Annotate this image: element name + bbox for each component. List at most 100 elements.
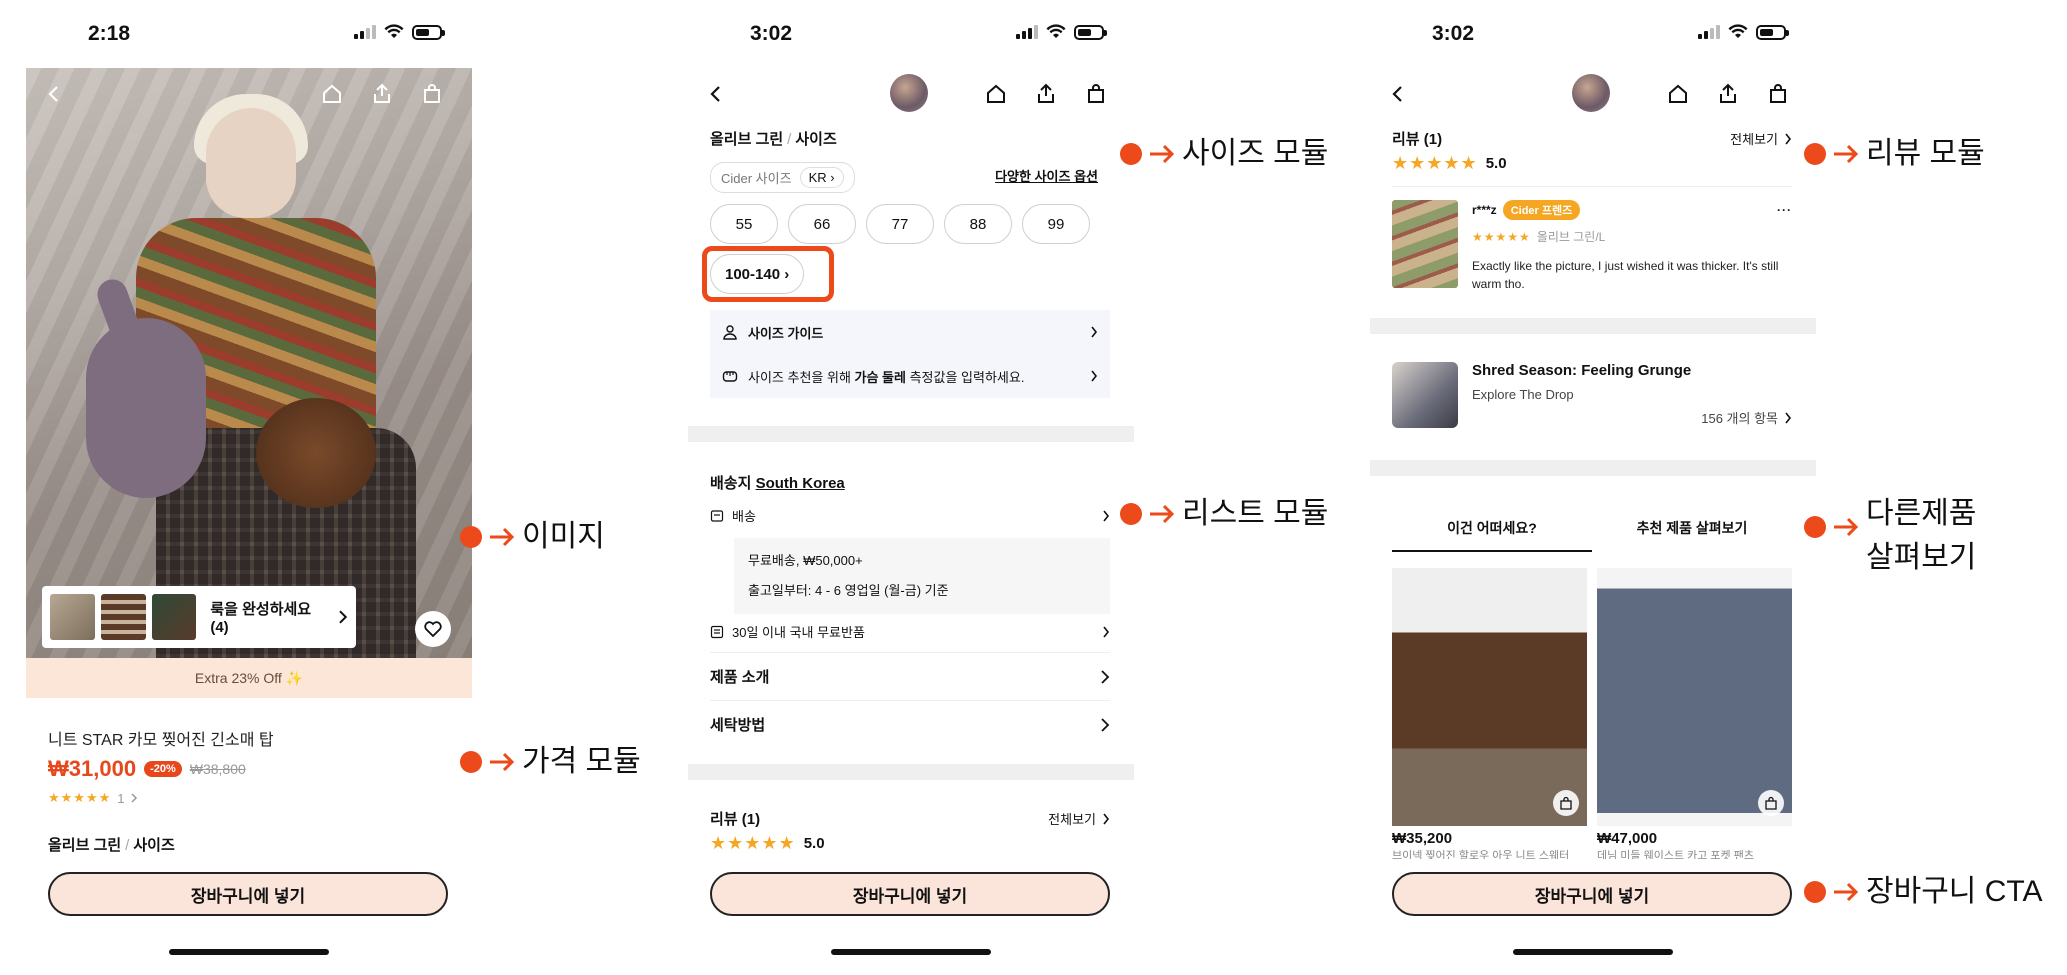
arrow-right-icon xyxy=(490,527,515,547)
add-cart-mini-button[interactable] xyxy=(1553,790,1579,816)
back-icon[interactable] xyxy=(702,80,730,108)
size-system-selector[interactable]: Cider 사이즈 KR › xyxy=(710,162,855,193)
annotation-dot xyxy=(460,526,482,548)
share-icon[interactable] xyxy=(368,80,396,108)
chevron-right-icon xyxy=(1091,370,1098,382)
collection-count: 156 개의 항목 xyxy=(1701,411,1778,426)
tab-how-about[interactable]: 이건 어떠세요? xyxy=(1392,512,1592,552)
divider xyxy=(1392,186,1792,187)
product-card[interactable]: ₩47,000 데님 미들 웨이스트 카고 포켓 팬츠 xyxy=(1597,568,1792,859)
review-item[interactable]: r***z Cider 프렌즈 ··· ★★★★★ 올리브 그린/L Exact… xyxy=(1392,200,1792,293)
bag-icon[interactable] xyxy=(1764,80,1792,108)
product-card[interactable]: ₩35,200 브이넥 찢어진 할로우 아웃 니트 스웨터 xyxy=(1392,568,1587,859)
delivery-row[interactable]: 배송 xyxy=(710,506,1110,525)
size-recommend-text: 사이즈 추천을 위해 가슴 둘레 측정값을 입력하세요. xyxy=(748,367,1080,386)
product-name: 브이넥 찢어진 할로우 아웃 니트 스웨터 xyxy=(1392,850,1570,859)
status-bar: 3:02 xyxy=(688,0,1134,68)
annotation-review: 리뷰 모듈 xyxy=(1804,132,1985,176)
size-recommend-row[interactable]: 사이즈 추천을 위해 가슴 둘레 측정값을 입력하세요. xyxy=(710,354,1110,398)
tab-recommended[interactable]: 추천 제품 살펴보기 xyxy=(1592,512,1792,552)
share-icon[interactable] xyxy=(1714,80,1742,108)
add-to-cart-button[interactable]: 장바구니에 넣기 xyxy=(48,872,448,916)
annotation-image: 이미지 xyxy=(460,515,605,559)
home-icon[interactable] xyxy=(318,80,346,108)
more-options-icon[interactable]: ··· xyxy=(1777,203,1792,217)
size-chip[interactable]: 99 xyxy=(1022,204,1090,244)
size-chip[interactable]: 77 xyxy=(866,204,934,244)
product-price: ₩35,200 xyxy=(1392,830,1453,847)
add-to-cart-button[interactable]: 장바구니에 넣기 xyxy=(710,872,1110,916)
truck-icon xyxy=(710,509,724,522)
bag-icon xyxy=(1765,796,1777,810)
collection-thumb xyxy=(1392,362,1458,428)
home-icon[interactable] xyxy=(1664,80,1692,108)
menu-row-product-intro[interactable]: 제품 소개 xyxy=(710,652,1110,700)
rating-stars: ★★★★★ xyxy=(710,833,796,853)
review-photo[interactable] xyxy=(1392,200,1458,288)
current-price: ₩31,000 xyxy=(48,756,137,781)
product-image[interactable] xyxy=(1392,568,1587,826)
chevron-right-icon xyxy=(130,793,137,803)
arrow-right-icon xyxy=(1150,504,1175,524)
complete-look-card[interactable]: 룩을 완성하세요(4) xyxy=(42,586,356,648)
returns-row[interactable]: 30일 이내 국내 무료반품 xyxy=(710,622,1110,641)
screen-product-main: 2:18 룩을 완성하세요(4) Extra 23% Off ✨ 니트 STAR… xyxy=(26,0,472,975)
rating-score: 5.0 xyxy=(1485,155,1507,172)
annotation-label: 장바구니 CTA xyxy=(1866,875,2043,908)
back-icon[interactable] xyxy=(40,80,68,108)
add-cart-mini-button[interactable] xyxy=(1758,790,1784,816)
chevron-right-icon xyxy=(1091,326,1098,338)
variant-sep: / xyxy=(125,837,130,854)
back-icon[interactable] xyxy=(1384,80,1412,108)
home-icon[interactable] xyxy=(982,80,1010,108)
shipping-destination[interactable]: 배송지 South Korea xyxy=(710,472,845,493)
rating-row[interactable]: ★★★★★ 1 xyxy=(48,790,138,806)
look-thumb xyxy=(50,594,95,640)
review-see-all[interactable]: 전체보기 xyxy=(1730,128,1792,149)
product-image[interactable] xyxy=(1597,568,1792,826)
chevron-right-icon xyxy=(1103,510,1110,521)
review-title: 리뷰 (1) xyxy=(710,811,761,828)
signal-icon xyxy=(354,25,376,39)
product-image[interactable] xyxy=(26,68,472,658)
wishlist-button[interactable] xyxy=(415,611,451,647)
review-user: r***z xyxy=(1472,203,1497,217)
product-name: 니트 STAR 카모 찢어진 긴소매 탑 xyxy=(48,732,274,749)
review-title: 리뷰 (1) xyxy=(1392,131,1443,148)
menu-label: 제품 소개 xyxy=(710,669,770,686)
annotation-label: 리스트 모듈 xyxy=(1182,497,1329,530)
size-system-pill[interactable]: Cider 사이즈 KR › xyxy=(710,162,855,193)
recommend-pre: 사이즈 추천을 위해 xyxy=(748,369,855,385)
status-indicators xyxy=(354,24,445,40)
size-region[interactable]: KR › xyxy=(799,167,844,188)
bag-icon[interactable] xyxy=(418,80,446,108)
product-avatar[interactable] xyxy=(890,74,928,112)
size-region-label: KR xyxy=(808,170,827,185)
variant-selector-title: 올리브 그린 / 사이즈 xyxy=(710,128,837,149)
collection-card[interactable]: Shred Season: Feeling Grunge Explore The… xyxy=(1392,362,1792,428)
signal-icon xyxy=(1698,25,1720,39)
add-to-cart-button[interactable]: 장바구니에 넣기 xyxy=(1392,872,1792,916)
collection-count-row: 156 개의 항목 xyxy=(1472,408,1792,427)
menu-row-care[interactable]: 세탁방법 xyxy=(710,700,1110,748)
collection-subtitle: Explore The Drop xyxy=(1472,387,1574,402)
wifi-icon xyxy=(1046,24,1066,38)
collection-title: Shred Season: Feeling Grunge xyxy=(1472,362,1692,379)
bag-icon[interactable] xyxy=(1082,80,1110,108)
rating-stars: ★★★★★ xyxy=(48,790,112,805)
review-see-all[interactable]: 전체보기 xyxy=(1048,808,1110,829)
product-name: 데님 미들 웨이스트 카고 포켓 팬츠 xyxy=(1597,850,1754,859)
product-avatar[interactable] xyxy=(1572,74,1610,112)
status-time: 3:02 xyxy=(750,22,793,45)
size-chip[interactable]: 55 xyxy=(710,204,778,244)
size-guide-row[interactable]: 사이즈 가이드 xyxy=(710,310,1110,354)
share-icon[interactable] xyxy=(1032,80,1060,108)
size-chip[interactable]: 88 xyxy=(944,204,1012,244)
shipping-country[interactable]: South Korea xyxy=(756,475,845,492)
annotation-cart: 장바구니 CTA xyxy=(1804,870,2043,914)
ruler-icon xyxy=(722,371,738,382)
promo-banner[interactable]: Extra 23% Off ✨ xyxy=(26,658,472,698)
size-chip[interactable]: 66 xyxy=(788,204,856,244)
annotation-label: 리뷰 모듈 xyxy=(1866,137,1985,170)
more-size-options-link[interactable]: 다양한 사이즈 옵션 xyxy=(995,166,1098,185)
